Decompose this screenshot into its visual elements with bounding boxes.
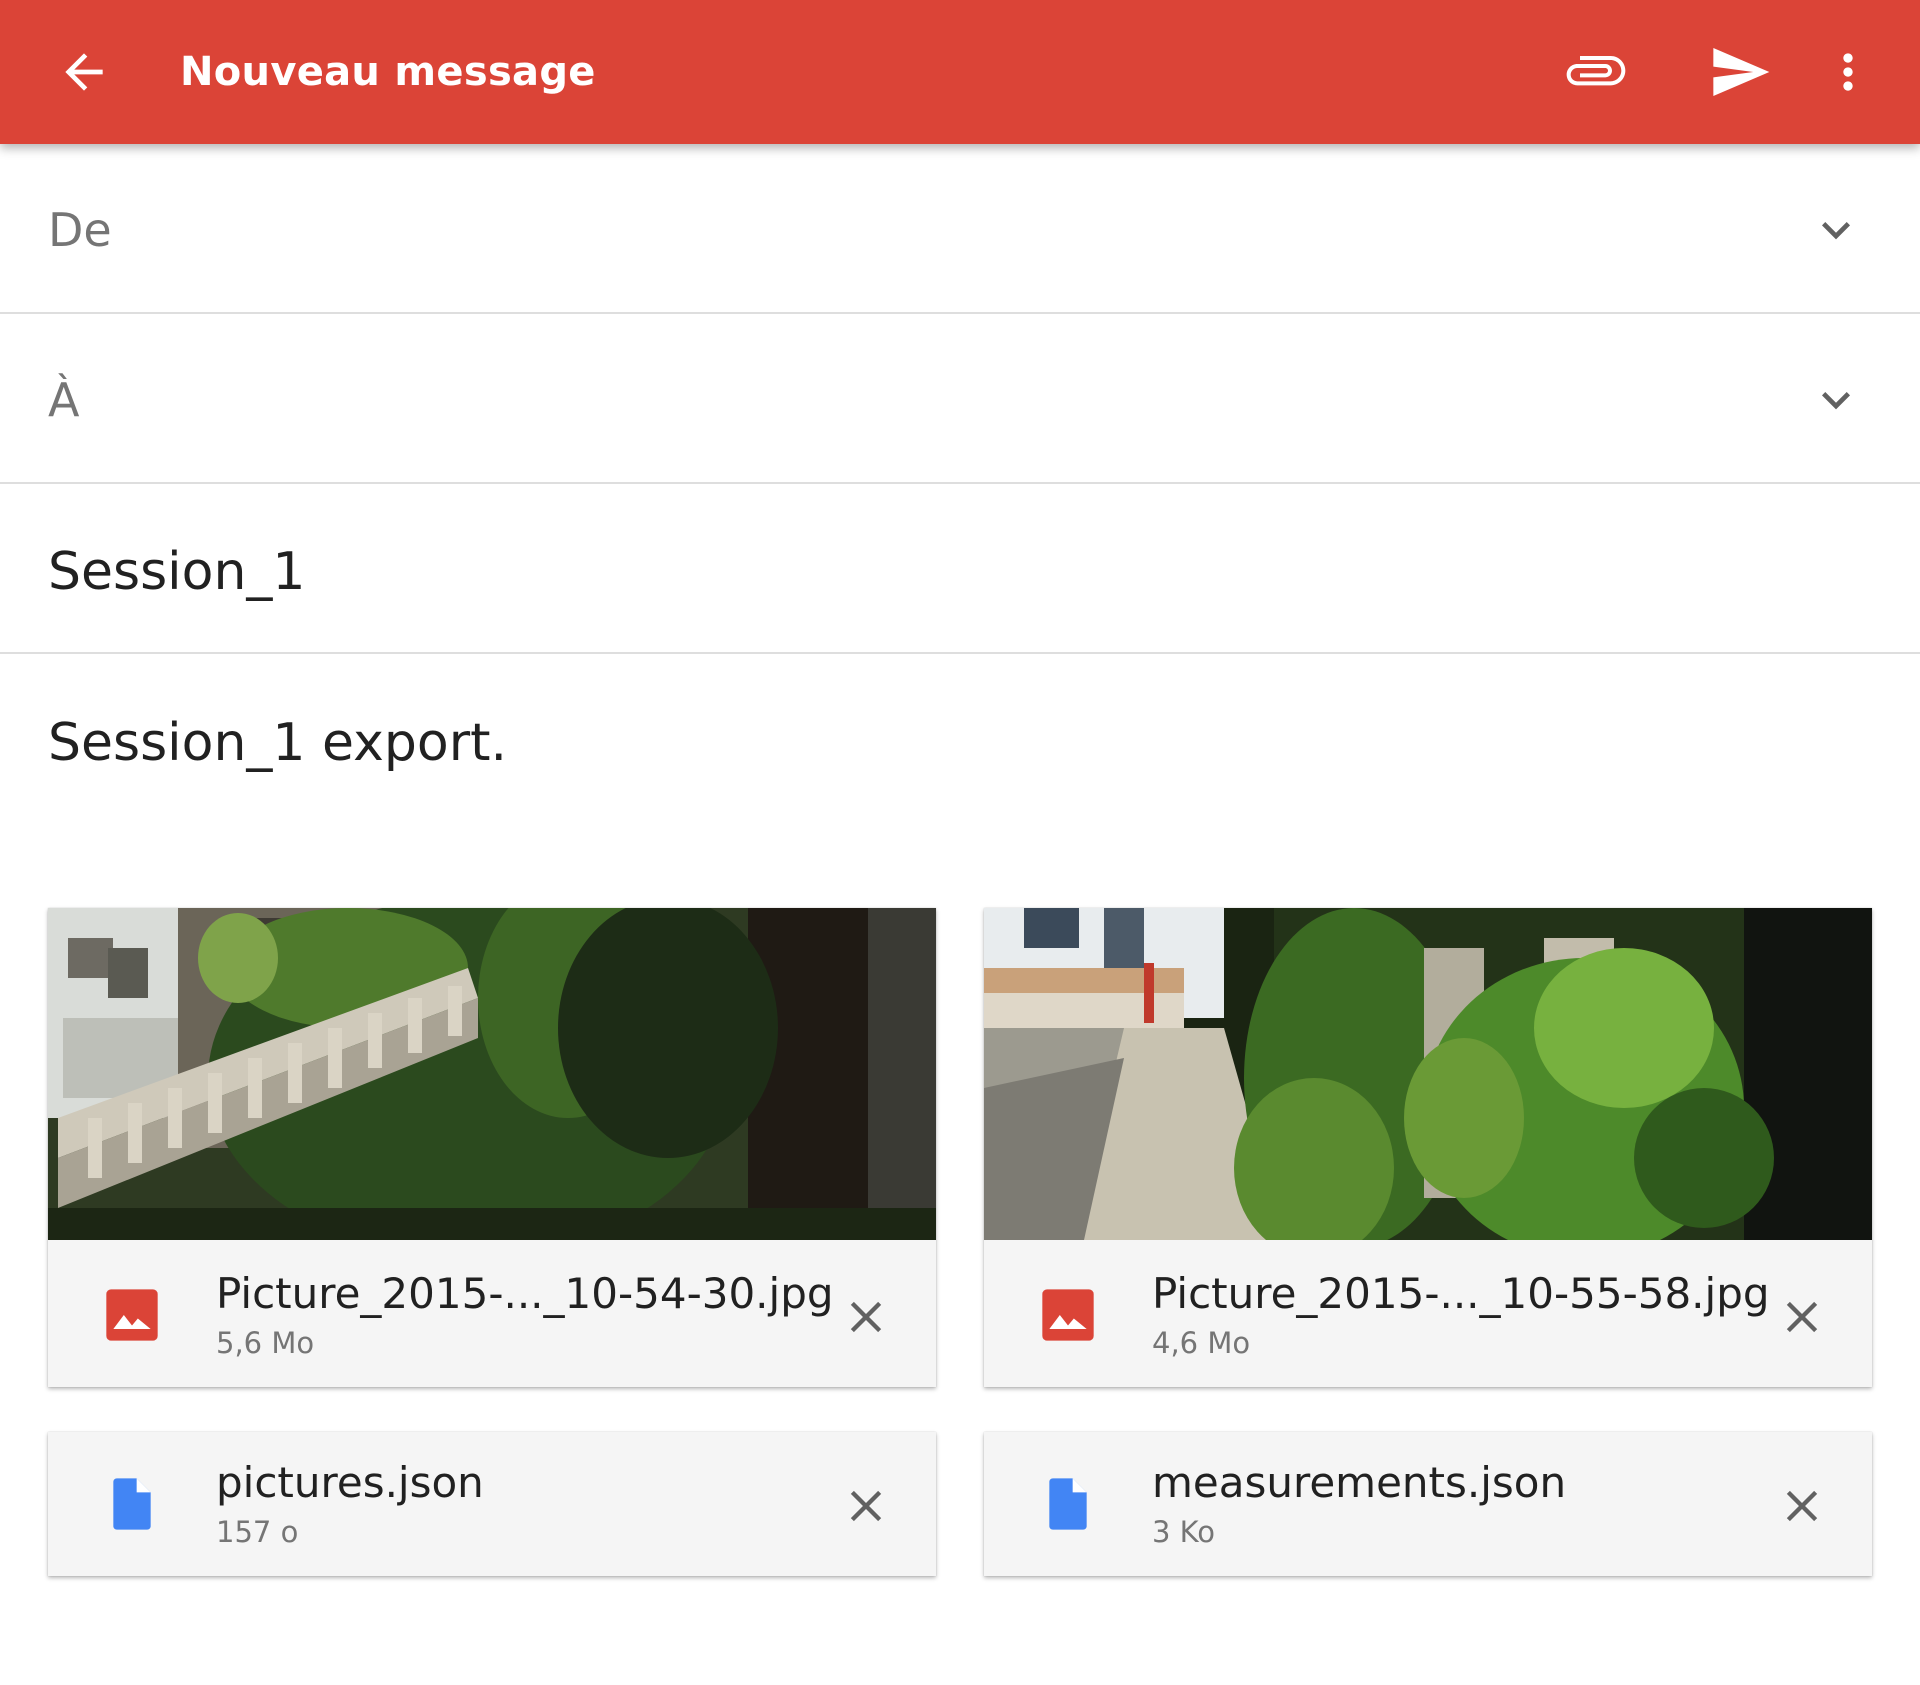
- attachment-card[interactable]: Picture_2015-..._10-54-30.jpg 5,6 Mo: [48, 908, 936, 1387]
- to-label: À: [48, 373, 80, 427]
- attachment-info: Picture_2015-..._10-55-58.jpg 4,6 Mo: [984, 1243, 1872, 1387]
- attachment-info: pictures.json 157 o: [48, 1432, 936, 1576]
- send-icon[interactable]: [1692, 24, 1788, 120]
- close-icon[interactable]: [836, 1287, 896, 1347]
- attachment-name: Picture_2015-..._10-54-30.jpg: [216, 1269, 834, 1318]
- app-bar: Nouveau message: [0, 0, 1920, 144]
- attachment-size: 3 Ko: [1152, 1515, 1215, 1549]
- document-file-icon: [104, 1476, 160, 1532]
- attachment-name: Picture_2015-..._10-55-58.jpg: [1152, 1269, 1770, 1318]
- page-title: Nouveau message: [180, 49, 596, 95]
- attachment-card[interactable]: measurements.json 3 Ko: [984, 1432, 1872, 1576]
- to-field[interactable]: À: [0, 314, 1920, 484]
- chevron-down-icon[interactable]: [1800, 364, 1872, 436]
- attachment-thumbnail: [48, 908, 936, 1240]
- back-arrow-icon[interactable]: [36, 24, 132, 120]
- more-vert-icon[interactable]: [1800, 24, 1896, 120]
- attachment-name: pictures.json: [216, 1458, 484, 1507]
- message-body[interactable]: Session_1 export.: [48, 712, 507, 774]
- close-icon[interactable]: [1772, 1476, 1832, 1536]
- from-field[interactable]: De: [0, 144, 1920, 314]
- attachment-size: 157 o: [216, 1515, 299, 1549]
- attachment-info: Picture_2015-..._10-54-30.jpg 5,6 Mo: [48, 1243, 936, 1387]
- from-label: De: [48, 203, 112, 257]
- document-file-icon: [1040, 1476, 1096, 1532]
- attachment-thumbnail: [984, 908, 1872, 1240]
- image-file-icon: [104, 1287, 160, 1343]
- close-icon[interactable]: [1772, 1287, 1832, 1347]
- image-file-icon: [1040, 1287, 1096, 1343]
- attachment-card[interactable]: pictures.json 157 o: [48, 1432, 936, 1576]
- attachment-size: 5,6 Mo: [216, 1326, 315, 1360]
- paperclip-icon[interactable]: [1548, 24, 1644, 120]
- close-icon[interactable]: [836, 1476, 896, 1536]
- attachment-card[interactable]: Picture_2015-..._10-55-58.jpg 4,6 Mo: [984, 908, 1872, 1387]
- attachment-size: 4,6 Mo: [1152, 1326, 1251, 1360]
- attachment-info: measurements.json 3 Ko: [984, 1432, 1872, 1576]
- subject-field[interactable]: Session_1: [0, 484, 1920, 654]
- subject-text: Session_1: [48, 542, 306, 602]
- attachment-name: measurements.json: [1152, 1458, 1567, 1507]
- chevron-down-icon[interactable]: [1800, 194, 1872, 266]
